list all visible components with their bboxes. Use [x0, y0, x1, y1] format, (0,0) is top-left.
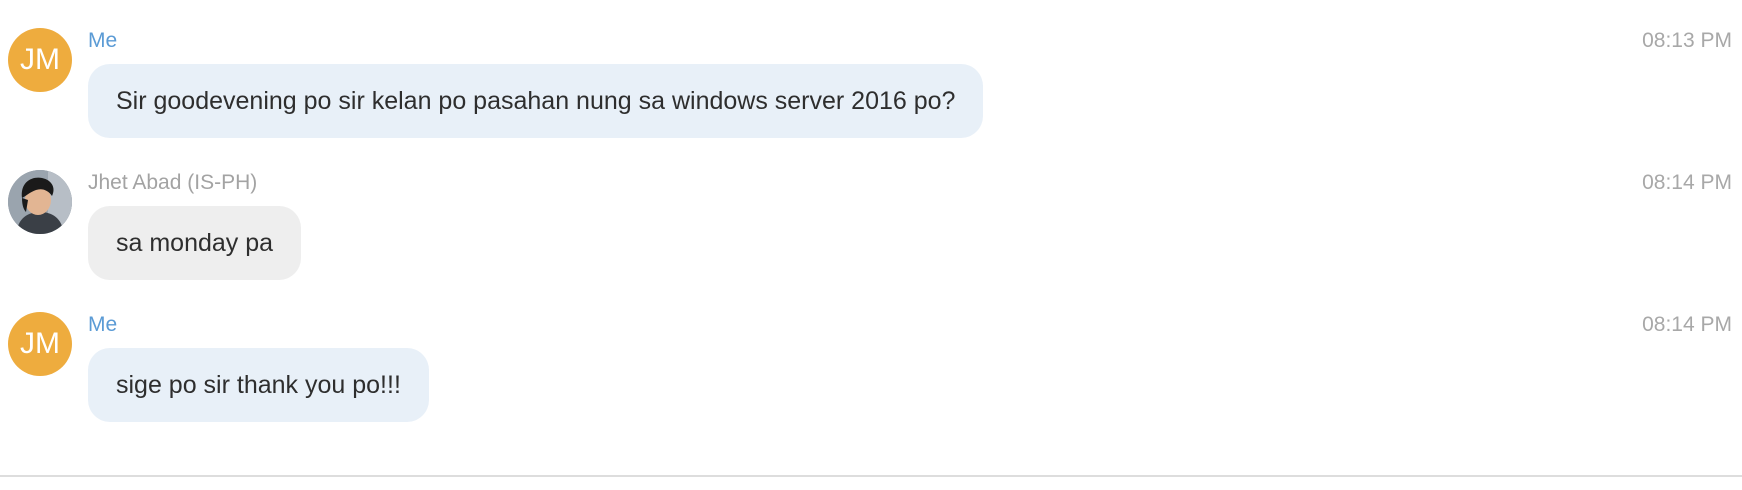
chat-thread: JM Me 08:13 PM Sir goodevening po sir ke…	[0, 0, 1742, 490]
avatar[interactable]	[8, 170, 72, 234]
avatar[interactable]: JM	[8, 312, 72, 376]
profile-photo-icon	[8, 170, 72, 234]
message-timestamp: 08:14 PM	[1642, 171, 1732, 194]
sender-name[interactable]: Jhet Abad (IS-PH)	[88, 171, 257, 195]
message-item: JM Me 08:13 PM Sir goodevening po sir ke…	[0, 0, 1742, 142]
message-bubble[interactable]: Sir goodevening po sir kelan po pasahan …	[88, 64, 984, 138]
divider	[0, 475, 1742, 477]
message-bubble[interactable]: sige po sir thank you po!!!	[88, 348, 429, 422]
message-item: JM Me 08:14 PM sige po sir thank you po!…	[0, 284, 1742, 426]
message-timestamp: 08:14 PM	[1642, 313, 1732, 336]
avatar[interactable]: JM	[8, 28, 72, 92]
message-item: Jhet Abad (IS-PH) 08:14 PM sa monday pa	[0, 142, 1742, 284]
message-timestamp: 08:13 PM	[1642, 29, 1732, 52]
sender-name[interactable]: Me	[88, 29, 117, 53]
sender-name[interactable]: Me	[88, 313, 117, 337]
message-bubble[interactable]: sa monday pa	[88, 206, 302, 280]
